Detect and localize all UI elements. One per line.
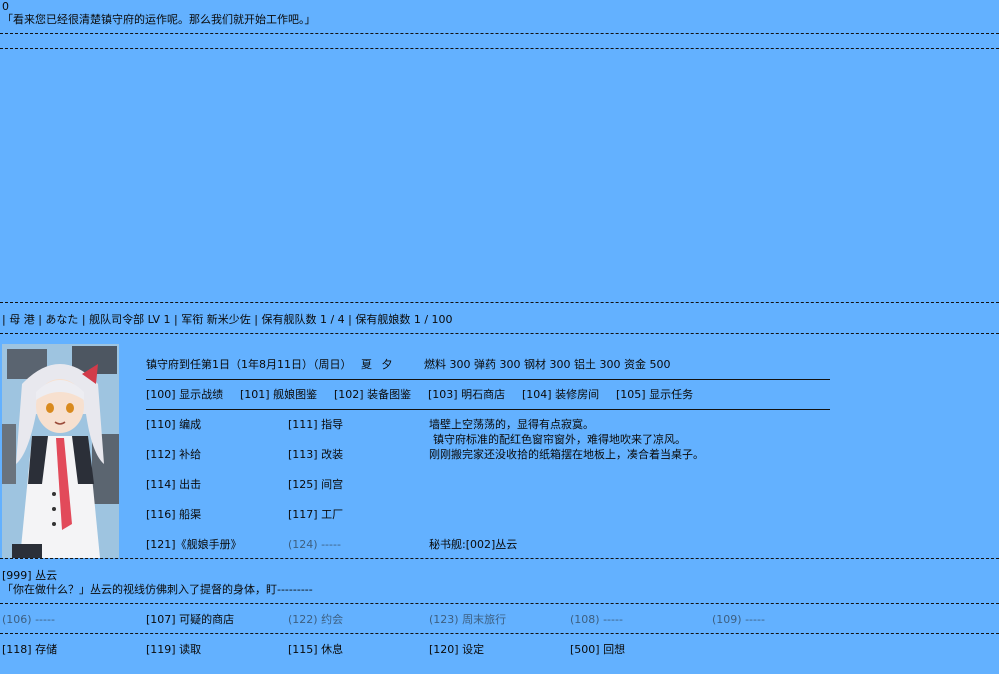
- divider: [0, 333, 999, 334]
- menu-dock-button[interactable]: [116] 船渠: [146, 508, 201, 521]
- divider: [0, 558, 999, 559]
- divider: [146, 409, 830, 410]
- menu-weekend-trip-disabled: (123) 周末旅行: [429, 613, 507, 626]
- menu-show-quests-button[interactable]: [105] 显示任务: [616, 388, 693, 401]
- menu-settings-button[interactable]: [120] 设定: [429, 643, 484, 656]
- menu-formation-button[interactable]: [110] 编成: [146, 418, 201, 431]
- room-description-line: 镇守府标准的配红色窗帘窗外，难得地吹来了凉风。: [433, 433, 686, 446]
- room-description-line: 刚刚搬完家还没收拾的纸箱摆在地板上，凑合着当桌子。: [429, 448, 704, 461]
- menu-load-button[interactable]: [119] 读取: [146, 643, 201, 656]
- secretary-ship: 秘书舰:[002]丛云: [429, 538, 518, 551]
- status-hq: | 舰队司令部 LV 1 |: [81, 313, 178, 326]
- menu-recollection-button[interactable]: [500] 回想: [570, 643, 625, 656]
- menu-date-disabled: (122) 约会: [288, 613, 344, 626]
- menu-decorate-room-button[interactable]: [104] 装修房间: [522, 388, 599, 401]
- menu-ship-manual-button[interactable]: [121]《舰娘手册》: [146, 538, 242, 551]
- top-message: 「看来您已经很清楚镇守府的运作呢。那么我们就开始工作吧。」: [2, 13, 316, 26]
- menu-save-button[interactable]: [118] 存储: [2, 643, 57, 656]
- status-bar: | 母 港 | あなた | 舰队司令部 LV 1 | 军衔 新米少佐 | 保有舰…: [2, 313, 453, 326]
- status-fleets: | 保有舰队数 1 / 4 |: [254, 313, 352, 326]
- menu-show-record-button[interactable]: [100] 显示战绩: [146, 388, 223, 401]
- menu-equipment-encyclopedia-button[interactable]: [102] 装备图鉴: [334, 388, 411, 401]
- divider: [0, 33, 999, 34]
- menu-disabled-109: (109) -----: [712, 613, 765, 626]
- status-rank: 新米少佐: [206, 313, 251, 326]
- menu-suspicious-shop-button[interactable]: [107] 可疑的商店: [146, 613, 234, 626]
- resources-text: 燃料 300 弹药 300 钢材 300 铝土 300 资金 500: [424, 358, 671, 371]
- divider: [0, 302, 999, 303]
- menu-guidance-button[interactable]: [111] 指导: [288, 418, 343, 431]
- date-text: 镇守府到任第1日（1年8月11日）（周日）: [146, 358, 352, 371]
- counter: 0: [2, 0, 9, 13]
- divider: [0, 48, 999, 49]
- menu-resupply-button[interactable]: [112] 补给: [146, 448, 201, 461]
- divider: [0, 603, 999, 604]
- menu-mamiya-button[interactable]: [125] 间宫: [288, 478, 343, 491]
- menu-remodel-button[interactable]: [113] 改装: [288, 448, 343, 461]
- ship-girl-portrait-icon: [2, 344, 119, 558]
- dialogue-speaker: [999] 丛云: [2, 569, 58, 582]
- menu-ship-encyclopedia-button[interactable]: [101] 舰娘图鉴: [240, 388, 317, 401]
- menu-disabled-124: (124) -----: [288, 538, 341, 551]
- status-rank-label: 军衔: [181, 313, 204, 326]
- time-text: 夕: [381, 358, 393, 371]
- menu-akashi-shop-button[interactable]: [103] 明石商店: [428, 388, 505, 401]
- room-description-line: 墙壁上空荡荡的，显得有点寂寞。: [429, 418, 594, 431]
- divider: [0, 633, 999, 634]
- dialogue-text: 「你在做什么？」丛云的视线仿佛刺入了提督的身体，盯---------: [2, 583, 313, 596]
- menu-disabled-108: (108) -----: [570, 613, 623, 626]
- menu-disabled-106: (106) -----: [2, 613, 55, 626]
- status-ships: 保有舰娘数 1 / 100: [355, 313, 453, 326]
- status-user: あなた: [45, 313, 79, 326]
- info-line: 镇守府到任第1日（1年8月11日）（周日） 夏 夕 燃料 300 弹药 300 …: [146, 358, 670, 371]
- menu-rest-button[interactable]: [115] 休息: [288, 643, 343, 656]
- menu-factory-button[interactable]: [117] 工厂: [288, 508, 343, 521]
- divider: [146, 379, 830, 380]
- menu-sortie-button[interactable]: [114] 出击: [146, 478, 201, 491]
- status-location: | 母 港 |: [2, 313, 42, 326]
- season-text: 夏: [361, 358, 372, 371]
